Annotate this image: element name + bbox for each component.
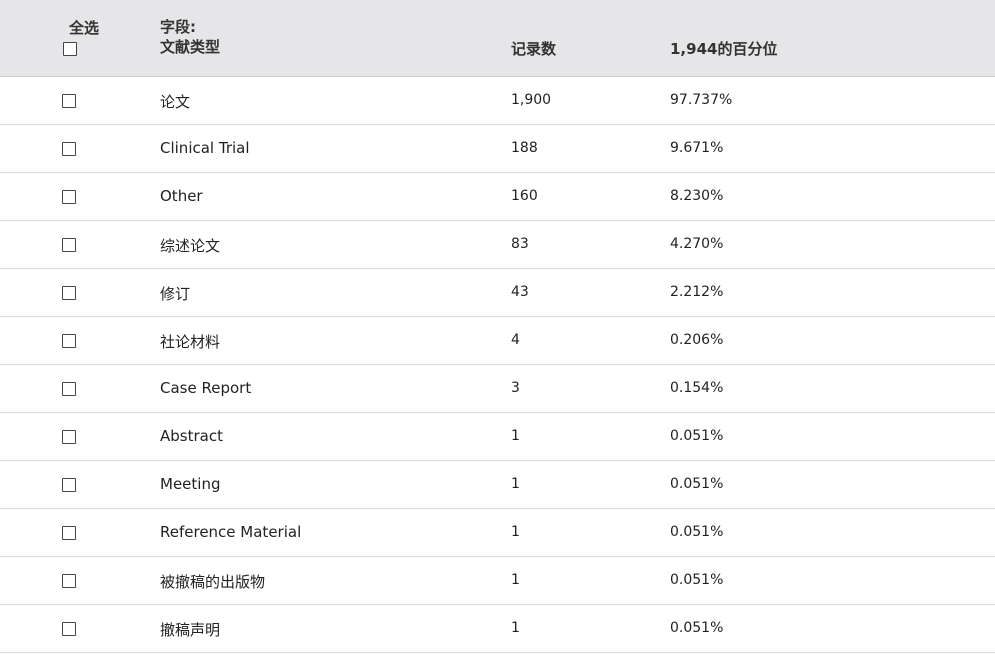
record-percent: 0.051%: [670, 572, 724, 588]
table-row: 修订 43 2.212%: [0, 269, 995, 317]
select-all-label: 全选: [69, 19, 100, 37]
document-type: Meeting: [160, 475, 221, 493]
results-table: 全选 字段: 文献类型 记录数 1,944的百分位 论文 1,900 97.73…: [0, 0, 995, 653]
table-row: 撤稿声明 1 0.051%: [0, 605, 995, 653]
record-count: 1: [511, 428, 520, 444]
checkbox-box[interactable]: [62, 430, 76, 444]
row-checkbox[interactable]: [62, 622, 76, 636]
document-type: Case Report: [160, 379, 252, 397]
table-row: 被撤稿的出版物 1 0.051%: [0, 557, 995, 605]
record-count: 3: [511, 380, 520, 396]
row-checkbox[interactable]: [62, 382, 76, 396]
document-type: Other: [160, 187, 203, 205]
table-row: 社论材料 4 0.206%: [0, 317, 995, 365]
checkbox-box[interactable]: [62, 526, 76, 540]
checkbox-box[interactable]: [62, 382, 76, 396]
row-checkbox[interactable]: [62, 190, 76, 204]
checkbox-box[interactable]: [62, 622, 76, 636]
table-row: Other 160 8.230%: [0, 173, 995, 221]
record-count: 1: [511, 524, 520, 540]
row-checkbox[interactable]: [62, 478, 76, 492]
document-type: Reference Material: [160, 523, 302, 541]
record-count: 1,900: [511, 92, 552, 108]
checkbox-box[interactable]: [62, 190, 76, 204]
record-count: 83: [511, 236, 529, 252]
table-header: 全选 字段: 文献类型 记录数 1,944的百分位: [0, 0, 995, 77]
row-checkbox[interactable]: [62, 142, 76, 156]
checkbox-box[interactable]: [62, 574, 76, 588]
record-count: 4: [511, 332, 520, 348]
table-row: Meeting 1 0.051%: [0, 461, 995, 509]
document-type: 修订: [160, 285, 191, 303]
document-type: 撤稿声明: [160, 621, 221, 639]
document-type: 论文: [160, 93, 191, 111]
row-checkbox[interactable]: [62, 286, 76, 300]
table-row: 综述论文 83 4.270%: [0, 221, 995, 269]
record-percent: 4.270%: [670, 236, 724, 252]
table-row: Abstract 1 0.051%: [0, 413, 995, 461]
record-count: 1: [511, 620, 520, 636]
row-checkbox[interactable]: [62, 238, 76, 252]
checkbox-box[interactable]: [62, 478, 76, 492]
table-row: Case Report 3 0.154%: [0, 365, 995, 413]
document-type: 综述论文: [160, 237, 221, 255]
record-count: 1: [511, 572, 520, 588]
checkbox-box[interactable]: [62, 94, 76, 108]
table-row: 论文 1,900 97.737%: [0, 77, 995, 125]
record-percent: 0.051%: [670, 620, 724, 636]
checkbox-box[interactable]: [62, 334, 76, 348]
record-percent: 0.051%: [670, 476, 724, 492]
checkbox-box[interactable]: [62, 142, 76, 156]
field-header: 字段: 文献类型: [160, 17, 220, 57]
record-percent: 0.051%: [670, 428, 724, 444]
row-checkbox[interactable]: [62, 526, 76, 540]
record-percent: 97.737%: [670, 92, 733, 108]
record-count: 188: [511, 140, 538, 156]
count-header: 记录数: [511, 40, 557, 58]
table-body: 论文 1,900 97.737% Clinical Trial 188 9.67…: [0, 77, 995, 653]
document-type: 被撤稿的出版物: [160, 573, 266, 591]
document-type: 社论材料: [160, 333, 221, 351]
checkbox-box[interactable]: [63, 42, 77, 56]
document-type: Clinical Trial: [160, 139, 250, 157]
record-percent: 0.154%: [670, 380, 724, 396]
record-count: 1: [511, 476, 520, 492]
field-name: 文献类型: [160, 38, 221, 56]
table-row: Clinical Trial 188 9.671%: [0, 125, 995, 173]
percent-header: 1,944的百分位: [670, 40, 778, 58]
checkbox-box[interactable]: [62, 286, 76, 300]
checkbox-box[interactable]: [62, 238, 76, 252]
record-count: 160: [511, 188, 538, 204]
record-percent: 2.212%: [670, 284, 724, 300]
record-percent: 0.051%: [670, 524, 724, 540]
record-count: 43: [511, 284, 529, 300]
row-checkbox[interactable]: [62, 574, 76, 588]
document-type: Abstract: [160, 427, 223, 445]
table-row: Reference Material 1 0.051%: [0, 509, 995, 557]
row-checkbox[interactable]: [62, 430, 76, 444]
field-label: 字段:: [160, 18, 196, 36]
record-percent: 9.671%: [670, 140, 724, 156]
row-checkbox[interactable]: [62, 94, 76, 108]
row-checkbox[interactable]: [62, 334, 76, 348]
record-percent: 8.230%: [670, 188, 724, 204]
select-all-checkbox[interactable]: [63, 42, 77, 56]
record-percent: 0.206%: [670, 332, 724, 348]
